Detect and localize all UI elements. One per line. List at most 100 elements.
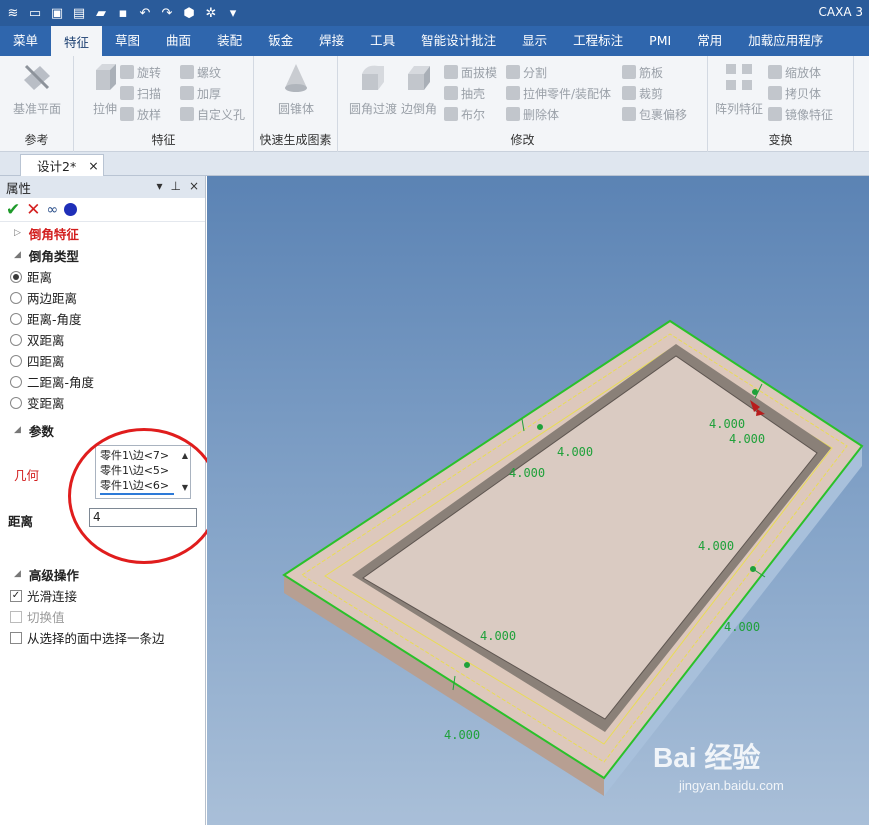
radio-button[interactable] <box>10 375 22 388</box>
radio-button[interactable] <box>10 291 22 304</box>
thicken-button[interactable]: 加厚 <box>180 83 221 103</box>
radio-button[interactable] <box>10 354 22 367</box>
custom-hole-button[interactable]: 自定义孔 <box>180 104 245 124</box>
menu-item-surface[interactable]: 曲面 <box>153 26 204 56</box>
radio-button[interactable] <box>10 396 22 409</box>
delete-body-button[interactable]: 删除体 <box>506 104 559 124</box>
radio-distance-angle[interactable]: 距离-角度 <box>0 308 205 329</box>
mirror-feature-button[interactable]: 镜像特征 <box>768 104 833 124</box>
pin-icon[interactable]: ⊥ <box>170 179 180 193</box>
app-logo-icon[interactable]: ≋ <box>4 4 22 22</box>
chamfer-type-header[interactable]: ◢ 倒角类型 <box>0 244 205 266</box>
menu-item-sketch[interactable]: 草图 <box>102 26 153 56</box>
chamfer-label: 边倒角 <box>400 102 437 116</box>
menu-item-menu[interactable]: 菜单 <box>0 26 51 56</box>
doc-tab-design2[interactable]: 设计2* × <box>20 154 104 176</box>
cone-button[interactable]: 圆锥体 <box>265 60 327 117</box>
radio-button[interactable] <box>10 333 22 346</box>
properties-header: 属性 ▾ ⊥ × <box>0 176 205 198</box>
delete-body-label: 删除体 <box>523 107 560 122</box>
preview-glasses-icon[interactable]: ∞ <box>47 202 59 218</box>
split-button[interactable]: 分割 <box>506 62 547 82</box>
menu-item-pmi[interactable]: PMI <box>636 26 684 56</box>
radio-two-distance-angle[interactable]: 二距离-角度 <box>0 371 205 392</box>
radio-label: 变距离 <box>27 396 65 411</box>
confirm-icon[interactable]: ✔ <box>6 200 20 220</box>
rib-button[interactable]: 筋板 <box>622 62 663 82</box>
thicken-icon <box>180 86 194 100</box>
menu-item-load-apps[interactable]: 加载应用程序 <box>735 26 836 56</box>
checkbox-box <box>10 610 22 623</box>
open-icon[interactable]: ▰ <box>92 4 110 22</box>
datum-plane-button[interactable]: 基准平面 <box>6 60 68 117</box>
cancel-icon[interactable]: ✕ <box>26 200 40 220</box>
radio-distance[interactable]: 距离 <box>0 266 205 287</box>
radio-label: 四距离 <box>27 354 65 369</box>
face-draft-button[interactable]: 面拔模 <box>444 62 497 82</box>
radio-button[interactable] <box>10 270 22 283</box>
loft-icon <box>120 107 134 121</box>
radio-label: 距离-角度 <box>27 312 82 327</box>
close-icon[interactable]: × <box>88 158 98 173</box>
feature-title-row[interactable]: ▷ 倒角特征 <box>0 222 205 244</box>
panel-menu-icon[interactable]: ▾ <box>156 179 162 193</box>
scale-body-button[interactable]: 缩放体 <box>768 62 821 82</box>
undo-icon[interactable]: ↶ <box>136 4 154 22</box>
datum-plane-label: 基准平面 <box>12 102 61 116</box>
checkbox-label: 光滑连接 <box>27 589 78 604</box>
radio-four-distance[interactable]: 四距离 <box>0 350 205 371</box>
checkbox-box[interactable]: ✓ <box>10 589 22 602</box>
radio-button[interactable] <box>10 312 22 325</box>
part-icon[interactable]: ⬢ <box>180 4 198 22</box>
properties-title: 属性 <box>6 180 32 196</box>
boolean-button[interactable]: 布尔 <box>444 104 485 124</box>
chamfer-button[interactable]: 边倒角 <box>394 60 444 117</box>
chamfer-type-label: 倒角类型 <box>28 248 79 264</box>
menu-item-display[interactable]: 显示 <box>509 26 560 56</box>
loft-button[interactable]: 放样 <box>120 104 161 124</box>
wrap-offset-button[interactable]: 包裹偏移 <box>622 104 687 124</box>
boolean-icon <box>444 107 458 121</box>
extrude-part-button[interactable]: 拉伸零件/装配体 <box>506 83 611 103</box>
menu-bar: 菜单 特征 草图 曲面 装配 钣金 焊接 工具 智能设计批注 显示 工程标注 P… <box>0 26 869 56</box>
close-panel-icon[interactable]: × <box>189 179 199 193</box>
3d-viewport[interactable]: 4.000 4.000 4.000 4.000 4.000 4.000 4.00… <box>207 176 869 825</box>
thread-button[interactable]: 螺纹 <box>180 62 221 82</box>
menu-item-tools[interactable]: 工具 <box>357 26 408 56</box>
copy-body-button[interactable]: 拷贝体 <box>768 83 821 103</box>
menu-item-smart-annotate[interactable]: 智能设计批注 <box>408 26 509 56</box>
pattern-feature-button[interactable]: 阵列特征 <box>708 60 770 117</box>
sparkle-icon[interactable]: ✲ <box>202 4 220 22</box>
open-folder-icon[interactable]: ▣ <box>48 4 66 22</box>
help-dot-icon[interactable] <box>64 203 78 216</box>
menu-item-sheetmetal[interactable]: 钣金 <box>255 26 306 56</box>
revolve-button[interactable]: 旋转 <box>120 62 161 82</box>
checkbox-box[interactable] <box>10 631 22 644</box>
menu-item-engineering-annotate[interactable]: 工程标注 <box>560 26 636 56</box>
menu-item-common[interactable]: 常用 <box>684 26 735 56</box>
sweep-label: 扫描 <box>137 86 162 101</box>
smooth-connect-checkbox[interactable]: ✓ 光滑连接 <box>0 585 205 606</box>
doc-icon[interactable]: ▤ <box>70 4 88 22</box>
radio-double-distance[interactable]: 双距离 <box>0 329 205 350</box>
trim-button[interactable]: 裁剪 <box>622 83 663 103</box>
ribbon-group-label: 特征 <box>151 133 176 147</box>
dropdown-icon[interactable]: ▾ <box>224 4 242 22</box>
redo-icon[interactable]: ↷ <box>158 4 176 22</box>
model-view: 4.000 4.000 4.000 4.000 4.000 4.000 4.00… <box>282 319 864 796</box>
new-file-icon[interactable]: ▭ <box>26 4 44 22</box>
menu-item-feature[interactable]: 特征 <box>51 26 103 56</box>
shell-button[interactable]: 抽壳 <box>444 83 485 103</box>
shell-label: 抽壳 <box>461 86 486 101</box>
advanced-header[interactable]: ◢ 高级操作 <box>0 563 205 585</box>
radio-variable-distance[interactable]: 变距离 <box>0 392 205 413</box>
menu-item-assembly[interactable]: 装配 <box>204 26 255 56</box>
sweep-button[interactable]: 扫描 <box>120 83 161 103</box>
distance-label: 距离 <box>8 514 34 529</box>
trim-label: 裁剪 <box>639 86 664 101</box>
menu-item-weld[interactable]: 焊接 <box>306 26 357 56</box>
select-edge-from-face-checkbox[interactable]: 从选择的面中选择一条边 <box>0 627 205 648</box>
radio-two-distance[interactable]: 两边距离 <box>0 287 205 308</box>
save-icon[interactable]: ▪ <box>114 4 132 22</box>
cone-label: 圆锥体 <box>277 102 314 116</box>
